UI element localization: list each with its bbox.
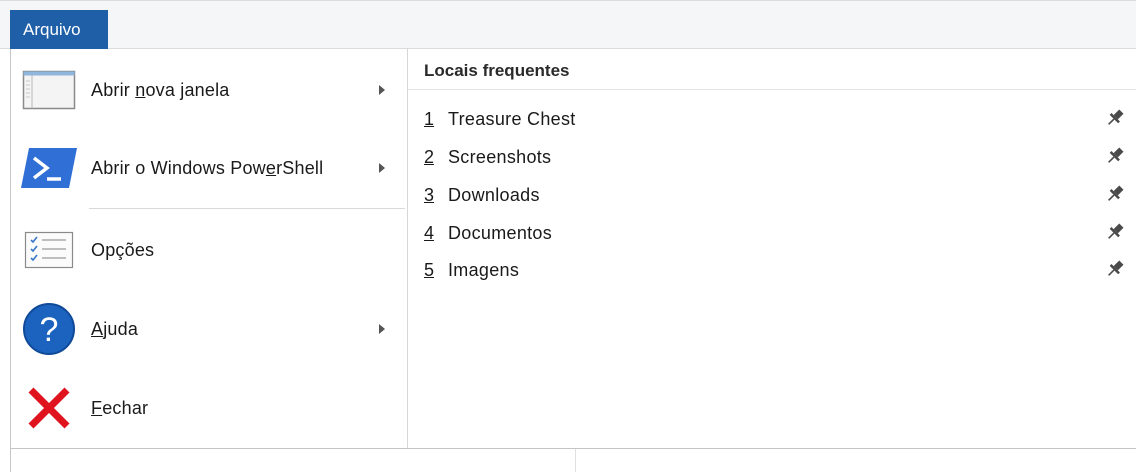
- options-icon: [21, 225, 77, 275]
- section-divider: [408, 89, 1136, 90]
- frequent-places-pane: Locais frequentes 1 Treasure Chest 2 Scr…: [408, 49, 1136, 448]
- submenu-arrow-icon: [379, 163, 385, 173]
- pin-icon[interactable]: [1104, 107, 1126, 129]
- menu-item-close[interactable]: Fechar: [11, 369, 407, 447]
- item-name: Treasure Chest: [448, 109, 576, 129]
- content-area-edge: [10, 449, 1136, 472]
- help-icon: ?: [21, 303, 77, 355]
- new-window-icon: [21, 65, 77, 115]
- menu-item-label: Ajuda: [91, 319, 139, 339]
- item-name: Imagens: [448, 260, 520, 280]
- pin-icon[interactable]: [1104, 183, 1126, 205]
- svg-text:?: ?: [40, 311, 59, 349]
- menu-item-new-window[interactable]: Abrir nova janela: [11, 51, 407, 129]
- item-number: 4: [424, 223, 435, 243]
- frequent-places-title: Locais frequentes: [424, 61, 570, 80]
- submenu-arrow-icon: [379, 85, 385, 95]
- item-number: 2: [424, 147, 435, 167]
- item-name: Downloads: [448, 185, 540, 205]
- file-menu-commands: Abrir nova janela Abrir o Windows PowerS…: [11, 49, 408, 448]
- pin-icon[interactable]: [1104, 145, 1126, 167]
- item-number: 1: [424, 109, 435, 129]
- menu-item-powershell[interactable]: Abrir o Windows PowerShell: [11, 129, 407, 207]
- item-name: Screenshots: [448, 147, 552, 167]
- item-name: Documentos: [448, 223, 553, 243]
- close-icon: [21, 383, 77, 433]
- pin-icon[interactable]: [1104, 221, 1126, 243]
- file-tab[interactable]: Arquivo: [10, 10, 108, 50]
- powershell-icon: [21, 143, 77, 193]
- menu-item-label: Opções: [91, 240, 155, 260]
- pin-icon[interactable]: [1104, 258, 1126, 280]
- item-number: 5: [424, 260, 435, 280]
- file-menu: Abrir nova janela Abrir o Windows PowerS…: [10, 49, 1136, 449]
- frequent-place-item[interactable]: 3 Downloads: [408, 177, 1136, 213]
- menu-item-label: Fechar: [91, 398, 149, 418]
- frequent-place-item[interactable]: 5 Imagens: [408, 252, 1136, 288]
- frequent-place-item[interactable]: 1 Treasure Chest: [408, 101, 1136, 137]
- item-number: 3: [424, 185, 435, 205]
- ribbon-bar: Arquivo: [0, 0, 1136, 50]
- column-divider: [575, 449, 576, 472]
- menu-separator: [89, 208, 405, 209]
- frequent-place-item[interactable]: 2 Screenshots: [408, 139, 1136, 175]
- menu-item-label: Abrir nova janela: [91, 80, 230, 100]
- menu-item-help[interactable]: ? Ajuda: [11, 290, 407, 368]
- frequent-place-item[interactable]: 4 Documentos: [408, 215, 1136, 251]
- submenu-arrow-icon: [379, 324, 385, 334]
- menu-item-options[interactable]: Opções: [11, 211, 407, 289]
- menu-item-label: Abrir o Windows PowerShell: [91, 158, 324, 178]
